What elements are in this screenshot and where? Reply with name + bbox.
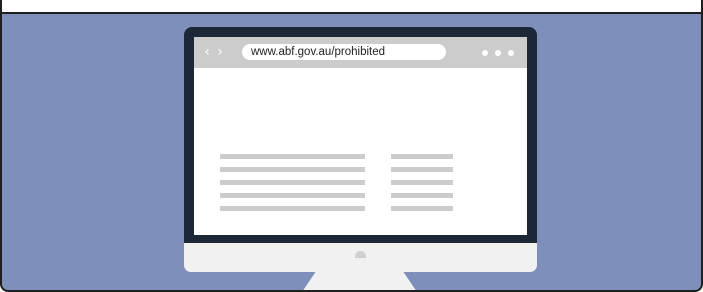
background-panel: ‹ › www.abf.gov.au/prohibited [0, 14, 703, 292]
monitor-stand [303, 258, 416, 290]
frame-top-strip [0, 0, 703, 14]
illustration-frame: ‹ › www.abf.gov.au/prohibited [0, 0, 703, 292]
